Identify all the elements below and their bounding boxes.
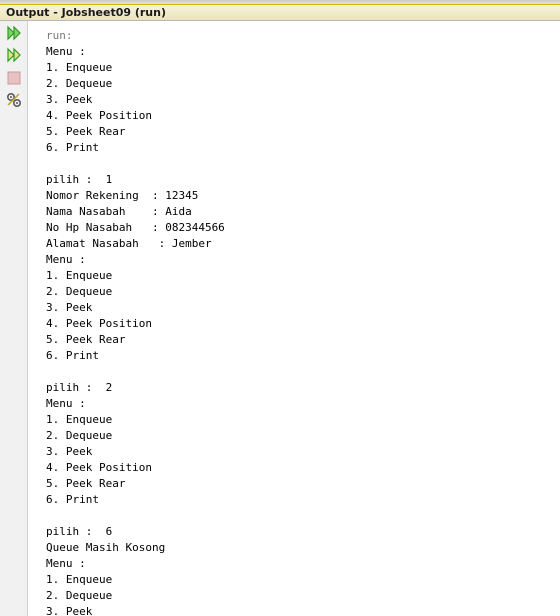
stop-icon [7,71,21,85]
console-line: 3. Peek [46,445,93,458]
console-line: 1. Enqueue [46,269,113,282]
console-line: No Hp Nasabah : 082344566 [46,221,225,234]
rerun-icon [7,25,21,41]
console-line: Menu : [46,557,86,570]
output-toolbar [0,21,28,616]
console-line: 6. Print [46,493,99,506]
console-line: 1. Enqueue [46,413,113,426]
console-line: run: [46,29,73,42]
console-line: 4. Peek Position [46,317,152,330]
console-line: 3. Peek [46,93,93,106]
console-line: 4. Peek Position [46,109,152,122]
console-line: pilih : 6 [46,525,113,538]
console-line: pilih : 1 [46,173,113,186]
console-line: 5. Peek Rear [46,125,126,138]
output-window: Output - Jobsheet09 (run) run: Menu: 1.… [0,0,560,616]
rerun-with-options-button[interactable] [5,46,23,64]
console-line: 2. Dequeue [46,429,113,442]
console-line: 1. Enqueue [46,573,113,586]
console-line: 3. Peek [46,605,93,616]
console-line: Menu : [46,397,86,410]
rerun-with-options-icon [7,47,21,63]
console-line: 6. Print [46,349,99,362]
console-line: 6. Print [46,141,99,154]
output-window-title: Output - Jobsheet09 (run) [6,6,166,19]
console-line: Alamat Nasabah : Jember [46,237,212,250]
stop-button[interactable] [5,69,23,87]
output-tab[interactable]: Output - Jobsheet09 (run) [0,4,560,21]
console-line: 5. Peek Rear [46,333,126,346]
settings-button[interactable] [5,91,23,109]
console-line: 3. Peek [46,301,93,314]
console-line: 1. Enqueue [46,61,113,74]
console-line: 5. Peek Rear [46,477,126,490]
console-line: 4. Peek Position [46,461,152,474]
console-line: Queue Masih Kosong [46,541,166,554]
console-line: 2. Dequeue [46,77,113,90]
console-line: 2. Dequeue [46,285,113,298]
console-line: 2. Dequeue [46,589,113,602]
console-line: Menu : [46,45,86,58]
console-line: Nama Nasabah : Aida [46,205,192,218]
console-line: pilih : 2 [46,381,113,394]
console-line: Menu : [46,253,86,266]
console-line: Nomor Rekening : 12345 [46,189,199,202]
settings-icon [6,92,22,108]
rerun-button[interactable] [5,24,23,42]
console-output[interactable]: run: Menu : 1. Enqueue 2. Dequeue 3. Peek 4. … [28,21,560,616]
